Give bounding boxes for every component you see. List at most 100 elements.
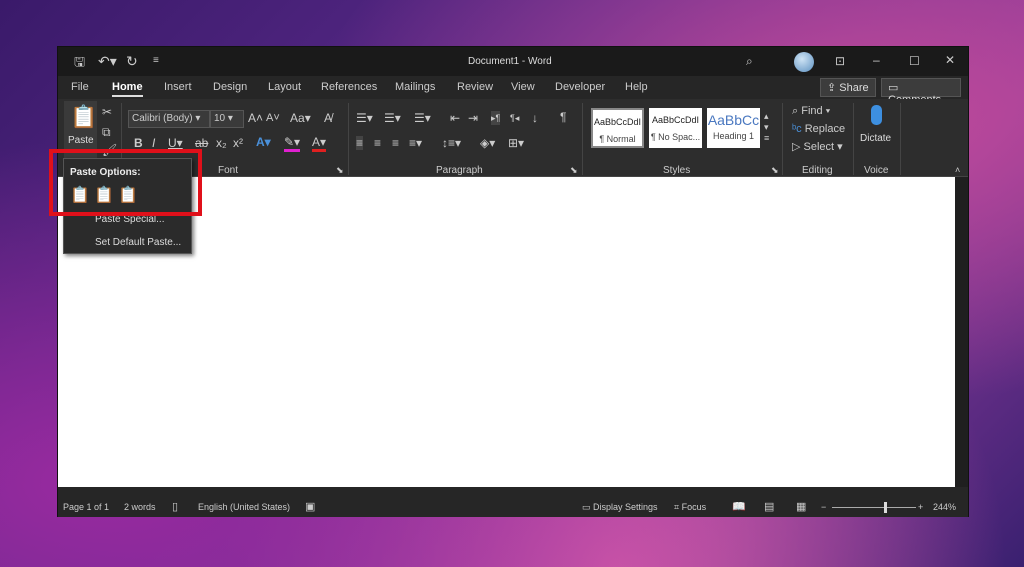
zoom-level[interactable]: 244% [933,502,956,512]
share-button[interactable]: ⇪ Share [820,78,876,97]
text-effects-icon[interactable]: A▾ [256,135,271,149]
save-icon[interactable]: 🖫 [74,55,85,69]
document-canvas[interactable] [58,177,955,487]
avatar[interactable] [794,52,814,72]
increase-indent-icon[interactable]: ⇥ [468,111,478,125]
minimize-icon[interactable]: – [873,53,880,67]
multilevel-list-icon[interactable]: ☰▾ [414,111,431,125]
clipboard-icon: 📋 [70,104,98,129]
window-title: Document1 - Word [468,56,552,67]
change-case-button[interactable]: Aa▾ [290,111,311,125]
read-mode-icon[interactable]: 📖 [732,500,746,513]
font-name-combo[interactable]: Calibri (Body) ▾ [128,110,210,128]
highlight-annotation [49,149,202,216]
strikethrough-icon[interactable]: ab [195,136,208,150]
divider [582,103,583,175]
align-center-icon[interactable]: ≡ [374,136,381,150]
focus-button[interactable]: ⌗ Focus [674,502,706,513]
focus-icon: ⌗ [674,502,682,512]
tab-layout[interactable]: Layout [268,81,301,93]
copy-icon[interactable]: ⧉ [102,125,111,139]
tab-file[interactable]: File [71,81,89,93]
align-right-icon[interactable]: ≡ [392,136,399,150]
comments-button[interactable]: ▭ Comments [881,78,961,106]
subscript-icon[interactable]: x₂ [216,136,227,150]
search-icon: ⌕ [792,105,802,117]
style-no-spacing[interactable]: AaBbCcDdI ¶ No Spac... [649,108,702,148]
rtl-icon[interactable]: ¶◂ [510,111,519,125]
zoom-in-icon[interactable]: + [918,502,923,512]
status-bar: Page 1 of 1 2 words ▯ English (United St… [58,497,968,517]
cursor-icon: ▷ [792,141,804,153]
justify-icon[interactable]: ≡▾ [409,136,422,150]
zoom-slider-thumb[interactable] [884,502,887,513]
tab-view[interactable]: View [511,81,535,93]
web-layout-icon[interactable]: ▦ [796,500,806,513]
cut-icon[interactable]: ✂ [102,105,112,119]
dialog-launcher-icon[interactable]: ⬊ [570,163,578,177]
maximize-icon[interactable]: ☐ [909,54,920,68]
underline-icon[interactable]: U▾ [168,136,183,150]
search-icon[interactable]: ⌕ [746,54,753,68]
close-icon[interactable]: ✕ [945,53,955,67]
sort-icon[interactable]: ↓ [532,111,538,125]
shading-icon[interactable]: ◈▾ [480,136,495,150]
numbering-icon[interactable]: ☰▾ [384,111,401,125]
replace-button[interactable]: ᵇc Replace [792,122,845,136]
zoom-out-icon[interactable]: − [821,502,826,512]
bullets-icon[interactable]: ☰▾ [356,111,373,125]
title-bar: 🖫 ↶▾ ↻ ≡ Document1 - Word ⌕ ⊡ – ☐ ✕ [58,47,968,76]
tab-references[interactable]: References [321,81,377,93]
style-normal[interactable]: AaBbCcDdI ¶ Normal [591,108,644,148]
select-button[interactable]: ▷ Select ▾ [792,140,843,154]
divider [853,103,854,175]
redo-icon[interactable]: ↻ [126,54,138,68]
dialog-launcher-icon[interactable]: ⬊ [771,163,779,177]
print-layout-icon[interactable]: ▤ [764,500,774,513]
proofing-icon[interactable]: ▯ [172,500,178,513]
align-left-icon[interactable]: ≡ [356,136,364,150]
page-count[interactable]: Page 1 of 1 [63,502,109,512]
superscript-icon[interactable]: x² [233,136,243,150]
tab-help[interactable]: Help [625,81,648,93]
bold-icon[interactable]: B [134,136,143,150]
shrink-font-icon[interactable]: A˅ [266,111,280,125]
tab-insert[interactable]: Insert [164,81,192,93]
style-heading-1[interactable]: AaBbCc Heading 1 [707,108,760,148]
highlight-icon[interactable]: ✎▾ [284,135,301,152]
show-marks-icon[interactable]: ¶ [560,110,566,124]
ltr-icon[interactable]: ▸¶ [491,111,501,125]
display-settings-button[interactable]: ▭ Display Settings [582,502,658,513]
tab-design[interactable]: Design [213,81,247,93]
find-button[interactable]: ⌕ Find ▾ [792,104,830,118]
set-default-paste-item[interactable]: Set Default Paste... [95,237,181,248]
zoom-slider[interactable] [832,507,916,508]
font-size-combo[interactable]: 10 ▾ [210,110,244,128]
word-count[interactable]: 2 words [124,502,156,512]
tab-review[interactable]: Review [457,81,493,93]
language[interactable]: English (United States) [198,502,290,512]
collapse-ribbon-icon[interactable]: ˄ [955,163,960,177]
decrease-indent-icon[interactable]: ⇤ [450,111,460,125]
line-spacing-icon[interactable]: ↕≡▾ [442,136,461,150]
styles-scroll-icon[interactable]: ▴ ▾ ≡ [764,111,769,144]
grow-font-icon[interactable]: A˄ [248,111,263,125]
word-window: 🖫 ↶▾ ↻ ≡ Document1 - Word ⌕ ⊡ – ☐ ✕ File… [57,46,969,517]
tab-home[interactable]: Home [112,81,143,97]
italic-icon[interactable]: I [152,136,155,150]
clear-formatting-icon[interactable]: A̸ [324,111,332,125]
font-color-icon[interactable]: A▾ [312,135,327,152]
customize-icon[interactable]: ≡ [153,54,159,68]
dictate-button[interactable]: Dictate [858,101,896,161]
tab-developer[interactable]: Developer [555,81,605,93]
divider [348,103,349,175]
group-label-editing: Editing [802,165,833,176]
undo-icon[interactable]: ↶▾ [98,54,117,68]
tab-mailings[interactable]: Mailings [395,81,435,93]
dialog-launcher-icon[interactable]: ⬊ [336,163,344,177]
vertical-scrollbar[interactable] [955,177,968,487]
borders-icon[interactable]: ⊞▾ [508,136,524,150]
group-label-font: Font [218,165,239,176]
ribbon-display-icon[interactable]: ⊡ [835,54,845,68]
accessibility-icon[interactable]: ▣ [305,500,315,513]
